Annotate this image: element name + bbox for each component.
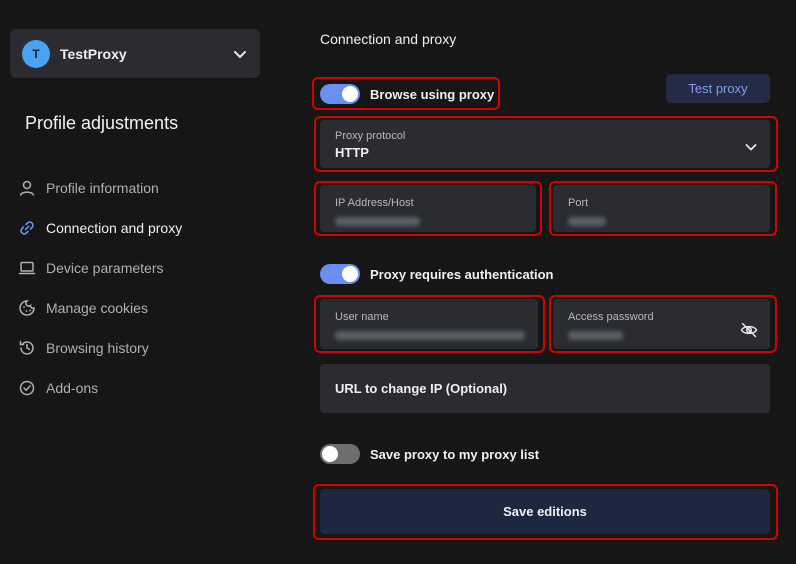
user-icon	[19, 180, 35, 196]
sidebar-item-manage-cookies[interactable]: Manage cookies	[18, 288, 268, 328]
sidebar-item-profile-information[interactable]: Profile information	[18, 168, 268, 208]
proxy-protocol-value: HTTP	[335, 145, 369, 160]
ip-address-label: IP Address/Host	[335, 197, 414, 209]
sidebar-item-label: Manage cookies	[46, 300, 148, 316]
section-title: Connection and proxy	[320, 31, 457, 47]
port-label: Port	[568, 197, 589, 209]
proxy-protocol-label: Proxy protocol	[335, 130, 406, 142]
proxy-auth-toggle[interactable]	[320, 264, 360, 284]
sidebar-item-device-parameters[interactable]: Device parameters	[18, 248, 268, 288]
proxy-protocol-select[interactable]: Proxy protocol HTTP	[320, 120, 770, 168]
username-field[interactable]: User name	[320, 299, 538, 349]
password-field[interactable]: Access password	[553, 299, 770, 349]
eye-off-icon[interactable]	[740, 321, 758, 339]
chevron-down-icon	[234, 50, 246, 58]
url-change-ip-input[interactable]: URL to change IP (Optional)	[320, 364, 770, 413]
check-circle-icon	[19, 380, 35, 396]
proxy-auth-label: Proxy requires authentication	[370, 266, 554, 282]
save-proxy-list-toggle[interactable]	[320, 444, 360, 464]
browse-proxy-label: Browse using proxy	[370, 86, 495, 102]
ip-address-field[interactable]: IP Address/Host	[320, 185, 536, 232]
save-editions-button[interactable]: Save editions	[320, 489, 770, 534]
sidebar-item-browsing-history[interactable]: Browsing history	[18, 328, 268, 368]
profile-selector[interactable]: T TestProxy	[10, 29, 260, 78]
sidebar-item-label: Add-ons	[46, 380, 99, 396]
cookie-icon	[19, 300, 35, 316]
sidebar-item-label: Profile information	[46, 180, 159, 196]
sidebar-item-connection-and-proxy[interactable]: Connection and proxy	[18, 208, 268, 248]
avatar: T	[22, 39, 50, 68]
main-panel: Connection and proxy Browse using proxy …	[300, 0, 796, 564]
sidebar-item-label: Browsing history	[46, 340, 149, 356]
ip-address-value-redacted	[335, 217, 420, 226]
port-field[interactable]: Port	[553, 185, 770, 232]
proxy-auth-toggle-row[interactable]: Proxy requires authentication	[320, 264, 554, 284]
sidebar-item-add-ons[interactable]: Add-ons	[18, 368, 268, 408]
history-icon	[19, 340, 34, 355]
browse-proxy-toggle-row[interactable]: Browse using proxy	[320, 84, 494, 104]
username-value-redacted	[335, 331, 525, 340]
save-proxy-list-toggle-row[interactable]: Save proxy to my proxy list	[320, 444, 539, 464]
test-proxy-button[interactable]: Test proxy	[666, 74, 770, 103]
port-value-redacted	[568, 217, 606, 226]
save-proxy-list-label: Save proxy to my proxy list	[370, 446, 540, 462]
password-label: Access password	[568, 311, 654, 323]
sidebar-item-label: Device parameters	[46, 260, 164, 276]
profile-name: TestProxy	[60, 45, 127, 62]
sidebar: T TestProxy Profile adjustments Profile …	[0, 0, 280, 564]
username-label: User name	[335, 311, 389, 323]
chevron-down-icon	[745, 144, 757, 151]
sidebar-title: Profile adjustments	[25, 113, 179, 133]
laptop-icon	[18, 261, 36, 275]
browse-proxy-toggle[interactable]	[320, 84, 360, 104]
sidebar-item-label: Connection and proxy	[46, 220, 183, 236]
password-value-redacted	[568, 331, 623, 340]
sidebar-nav: Profile information Connection and proxy…	[18, 168, 268, 408]
link-icon	[20, 221, 34, 235]
